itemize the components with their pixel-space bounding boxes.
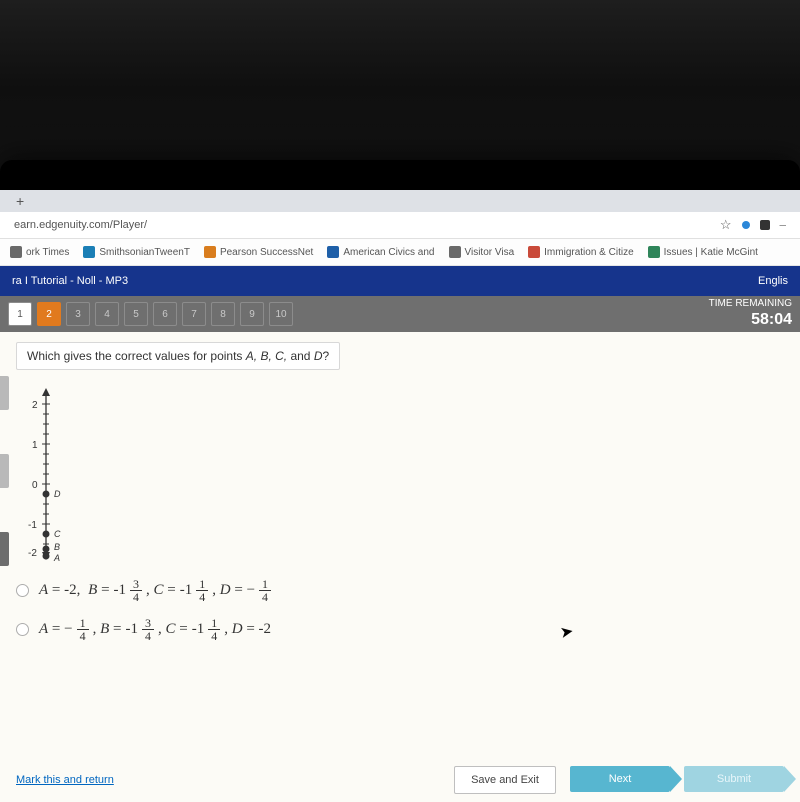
- language-label[interactable]: Englis: [758, 275, 788, 287]
- timer-label: TIME REMAINING: [709, 298, 792, 310]
- timer-value: 58:04: [709, 310, 792, 329]
- course-header: ra I Tutorial - Noll - MP3 Englis: [0, 266, 800, 296]
- course-title: ra I Tutorial - Noll - MP3: [12, 275, 128, 287]
- option-b-math: A = − 14 , B = -1 34 , C = -1 14 , D = -…: [39, 617, 271, 642]
- svg-text:1: 1: [32, 440, 38, 451]
- side-tab[interactable]: [0, 376, 9, 410]
- question-nav-9[interactable]: 9: [240, 302, 264, 326]
- question-nav-3[interactable]: 3: [66, 302, 90, 326]
- mark-return-link[interactable]: Mark this and return: [16, 774, 114, 786]
- question-nav-7[interactable]: 7: [182, 302, 206, 326]
- svg-text:B: B: [54, 542, 60, 552]
- question-nav-5[interactable]: 5: [124, 302, 148, 326]
- url-text: earn.edgenuity.com/Player/: [14, 219, 147, 231]
- answer-option-a[interactable]: A = -2, B = -1 34 , C = -1 14 , D = − 14: [16, 578, 784, 603]
- save-exit-button[interactable]: Save and Exit: [454, 766, 556, 794]
- next-button[interactable]: Next: [570, 766, 670, 792]
- extension-icon[interactable]: [742, 221, 750, 229]
- question-nav-8[interactable]: 8: [211, 302, 235, 326]
- profile-icon[interactable]: ⎯: [780, 217, 787, 233]
- question-nav-10[interactable]: 10: [269, 302, 293, 326]
- side-tab[interactable]: [0, 532, 9, 566]
- radio-icon[interactable]: [16, 623, 29, 636]
- svg-text:2: 2: [32, 400, 38, 411]
- question-numbers: 1 2 3 4 5 6 7 8 9 10: [8, 302, 293, 326]
- svg-text:A: A: [53, 553, 60, 563]
- option-a-math: A = -2, B = -1 34 , C = -1 14 , D = − 14: [39, 578, 271, 603]
- favicon-icon: [449, 246, 461, 258]
- svg-text:C: C: [54, 529, 61, 539]
- footer: Mark this and return Save and Exit Next …: [16, 766, 784, 794]
- favicon-icon: [204, 246, 216, 258]
- question-nav-6[interactable]: 6: [153, 302, 177, 326]
- question-nav-2[interactable]: 2: [37, 302, 61, 326]
- content-area: Which gives the correct values for point…: [0, 332, 800, 802]
- answer-options: A = -2, B = -1 34 , C = -1 14 , D = − 14…: [16, 578, 784, 642]
- new-tab-button[interactable]: +: [8, 193, 32, 209]
- svg-text:0: 0: [32, 480, 38, 491]
- question-nav-1[interactable]: 1: [8, 302, 32, 326]
- timer: TIME REMAINING 58:04: [709, 298, 792, 329]
- extension-icon-2[interactable]: [760, 220, 770, 230]
- side-tabs: [0, 332, 10, 752]
- bookmark-item[interactable]: SmithsonianTweenT: [83, 246, 190, 258]
- browser-tabstrip: +: [0, 190, 800, 212]
- question-text: Which gives the correct values for point…: [16, 342, 340, 370]
- radio-icon[interactable]: [16, 584, 29, 597]
- svg-text:-1: -1: [28, 520, 37, 531]
- favicon-icon: [528, 246, 540, 258]
- submit-button[interactable]: Submit: [684, 766, 784, 792]
- question-nav: 1 2 3 4 5 6 7 8 9 10 TIME REMAINING 58:0…: [0, 296, 800, 332]
- favicon-icon: [83, 246, 95, 258]
- favicon-icon: [10, 246, 22, 258]
- number-line-figure: 2 1 0 -1 -2 D C B A: [26, 384, 784, 564]
- bookmark-item[interactable]: Immigration & Citize: [528, 246, 633, 258]
- bookmark-star-icon[interactable]: ☆: [720, 217, 732, 233]
- svg-text:-2: -2: [28, 548, 37, 559]
- svg-text:D: D: [54, 489, 61, 499]
- screen: + earn.edgenuity.com/Player/ ☆ ⎯ ork Tim…: [0, 190, 800, 800]
- address-bar[interactable]: earn.edgenuity.com/Player/ ☆ ⎯: [0, 212, 800, 239]
- bookmarks-bar: ork Times SmithsonianTweenT Pearson Succ…: [0, 239, 800, 266]
- favicon-icon: [327, 246, 339, 258]
- bookmark-item[interactable]: Pearson SuccessNet: [204, 246, 313, 258]
- bookmark-item[interactable]: American Civics and: [327, 246, 434, 258]
- side-tab[interactable]: [0, 454, 9, 488]
- answer-option-b[interactable]: A = − 14 , B = -1 34 , C = -1 14 , D = -…: [16, 617, 784, 642]
- bookmark-item[interactable]: ork Times: [10, 246, 69, 258]
- favicon-icon: [648, 246, 660, 258]
- bookmark-item[interactable]: Issues | Katie McGint: [648, 246, 758, 258]
- bookmark-item[interactable]: Visitor Visa: [449, 246, 515, 258]
- question-nav-4[interactable]: 4: [95, 302, 119, 326]
